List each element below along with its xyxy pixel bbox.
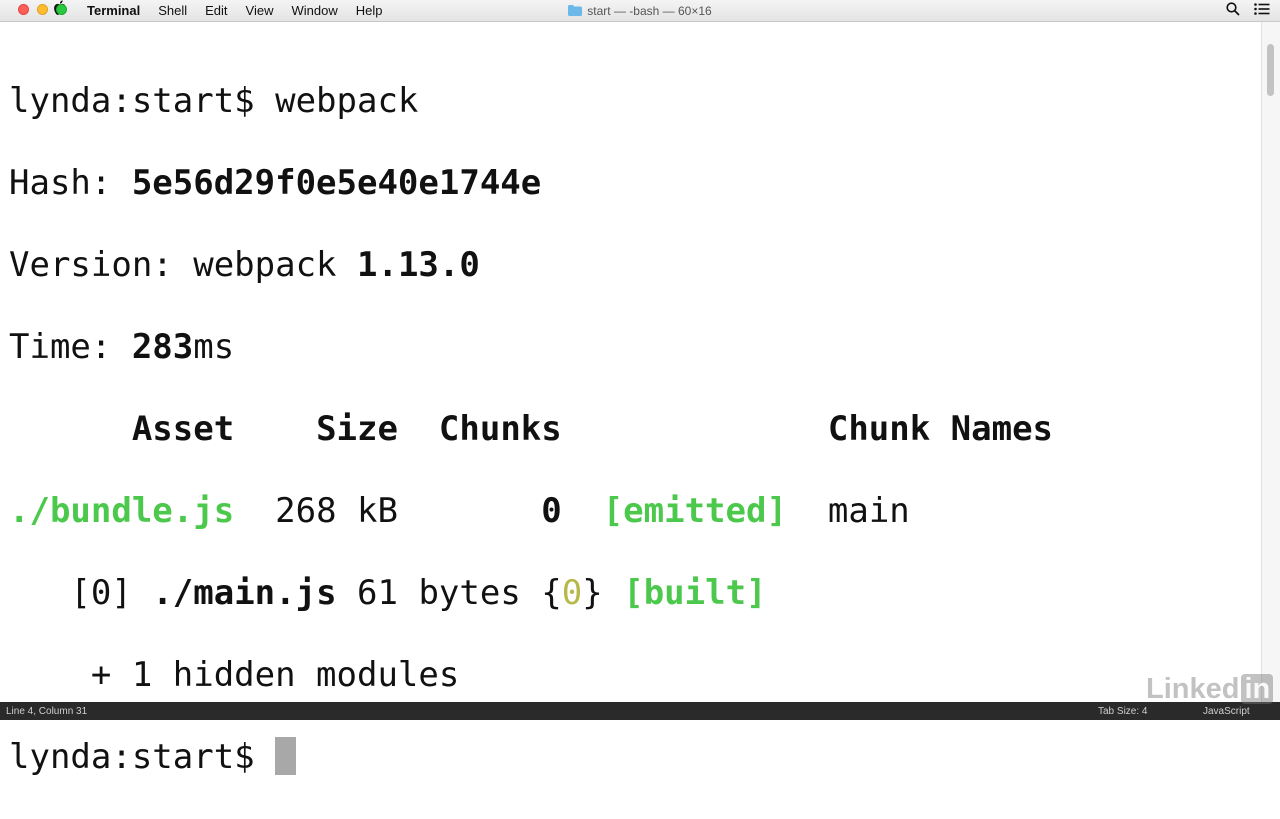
window-controls — [18, 4, 67, 15]
scrollbar-thumb[interactable] — [1267, 44, 1274, 96]
module-file: ./main.js — [152, 573, 337, 613]
header-chunks: Chunks — [438, 409, 562, 449]
time-label: Time: — [9, 327, 132, 367]
asset-name: ./bundle.js — [9, 491, 235, 531]
vertical-scrollbar[interactable] — [1261, 22, 1280, 702]
module-brace-close: } — [582, 573, 603, 613]
asset-table-header: Asset Size Chunks Chunk Names — [9, 409, 1262, 450]
hidden-modules-line: + 1 hidden modules — [9, 655, 1262, 696]
menubar-extras — [1226, 0, 1270, 21]
watermark-text: Linked — [1146, 672, 1240, 705]
menu-app-terminal[interactable]: Terminal — [78, 0, 149, 21]
folder-icon — [568, 5, 583, 16]
menu-bar: Terminal Shell Edit View Window Help sta… — [0, 0, 1280, 22]
asset-chunk-name: main — [827, 491, 910, 531]
spotlight-search-icon[interactable] — [1226, 2, 1240, 19]
watermark-badge: in — [1241, 674, 1274, 704]
zoom-window-button[interactable] — [56, 4, 67, 15]
final-prompt: lynda:start$ — [9, 737, 276, 777]
text-cursor — [275, 737, 297, 775]
header-size: Size — [316, 409, 398, 449]
asset-row: ./bundle.js 268 kB 0 [emitted] main — [9, 491, 1262, 532]
final-prompt-line: lynda:start$ — [9, 737, 1262, 778]
hash-label: Hash: — [9, 163, 132, 203]
notification-center-icon[interactable] — [1254, 3, 1270, 18]
window-title-text: start — -bash — 60×16 — [587, 3, 712, 18]
prompt: lynda:start$ — [9, 81, 276, 121]
header-asset: Asset — [131, 409, 235, 449]
asset-status: [emitted] — [602, 491, 787, 531]
time-unit: ms — [193, 327, 235, 367]
syntax-indicator[interactable]: JavaScript — [1203, 706, 1250, 717]
menu-edit[interactable]: Edit — [196, 0, 236, 21]
linkedin-watermark-logo: Linked in — [1146, 672, 1274, 706]
menu-help[interactable]: Help — [347, 0, 392, 21]
time-value: 283 — [131, 327, 194, 367]
asset-chunk: 0 — [541, 491, 562, 531]
menu-shell[interactable]: Shell — [149, 0, 196, 21]
module-chunk: 0 — [561, 573, 583, 613]
close-window-button[interactable] — [18, 4, 29, 15]
terminal-output[interactable]: lynda:start$ webpack Hash: 5e56d29f0e5e4… — [0, 22, 1262, 777]
asset-size: 268 kB — [275, 491, 398, 531]
command-line: lynda:start$ webpack — [9, 81, 1262, 122]
hidden-modules-text: + 1 hidden modules — [90, 655, 460, 695]
module-size: 61 bytes — [357, 573, 521, 613]
cursor-position: Line 4, Column 31 — [6, 705, 88, 717]
hash-line: Hash: 5e56d29f0e5e40e1744e — [9, 163, 1262, 204]
minimize-window-button[interactable] — [37, 4, 48, 15]
status-bar: Line 4, Column 31 Tab Size: 4 JavaScript — [0, 702, 1280, 720]
module-index: [0] — [70, 573, 132, 613]
menu-items: Terminal Shell Edit View Window Help — [53, 0, 392, 21]
hash-value: 5e56d29f0e5e40e1744e — [131, 163, 542, 203]
menu-view[interactable]: View — [237, 0, 283, 21]
tab-size-indicator[interactable]: Tab Size: 4 — [1098, 706, 1147, 717]
module-brace-open: { — [541, 573, 562, 613]
version-line: Version: webpack 1.13.0 — [9, 245, 1262, 286]
module-status: [built] — [623, 573, 767, 613]
version-value: 1.13.0 — [357, 245, 480, 285]
time-line: Time: 283ms — [9, 327, 1262, 368]
version-label: Version: webpack — [9, 245, 357, 285]
header-chunk-names: Chunk Names — [827, 409, 1054, 449]
menu-window[interactable]: Window — [283, 0, 347, 21]
module-row: [0] ./main.js 61 bytes {0} [built] — [9, 573, 1262, 614]
command-text: webpack — [275, 81, 419, 121]
